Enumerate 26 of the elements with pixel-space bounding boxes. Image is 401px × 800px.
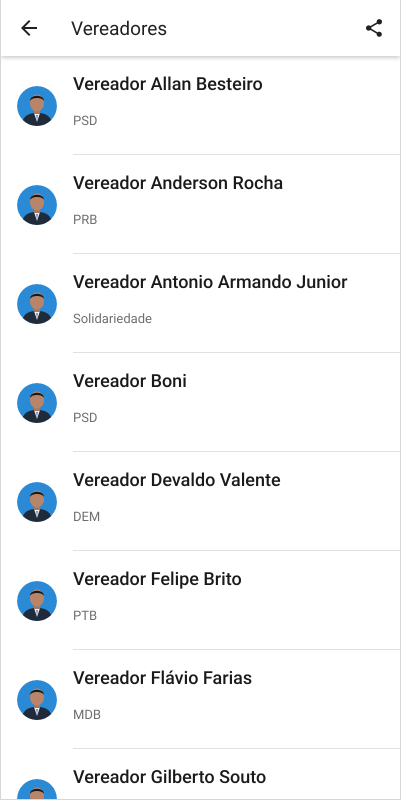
councillor-name: Vereador Devaldo Valente (73, 469, 282, 493)
back-arrow-icon (19, 20, 39, 36)
party-label: PSD (73, 411, 98, 427)
councillor-list-item[interactable]: Vereador Flávio Farias MDB (1, 650, 400, 749)
councillor-list-item[interactable]: Vereador Felipe Brito PTB (1, 551, 400, 650)
party-label: PTB (73, 609, 98, 625)
councillor-list-item[interactable]: Vereador Antonio Armando Junior Solidariedade (1, 254, 400, 353)
councillor-name: Vereador Anderson Rocha (73, 172, 284, 196)
councillor-list-item[interactable]: Vereador Devaldo Valente DEM (1, 452, 400, 551)
councillor-name: Vereador Antonio Armando Junior (73, 271, 348, 295)
councillor-list-item[interactable]: Vereador Allan Besteiro PSD (1, 56, 400, 155)
party-label: PRB (73, 213, 98, 229)
councillor-name: Vereador Gilberto Souto (73, 766, 268, 790)
councillor-name: Vereador Allan Besteiro (73, 73, 264, 97)
councillor-name: Vereador Boni (73, 370, 188, 394)
councillor-name: Vereador Flávio Farias (73, 667, 254, 691)
party-label: DEM (73, 510, 102, 526)
screen-title: Vereadores (71, 16, 168, 40)
party-label: MDB (73, 708, 102, 724)
councillor-list-item[interactable]: Vereador Boni PSD (1, 353, 400, 452)
share-icon (366, 19, 382, 37)
party-label: PSD (73, 114, 98, 130)
councillor-list-item[interactable]: Vereador Gilberto Souto (1, 749, 400, 799)
party-label: Solidariedade (73, 312, 153, 328)
councillor-name: Vereador Felipe Brito (73, 568, 243, 592)
councillor-list-item[interactable]: Vereador Anderson Rocha PRB (1, 155, 400, 254)
